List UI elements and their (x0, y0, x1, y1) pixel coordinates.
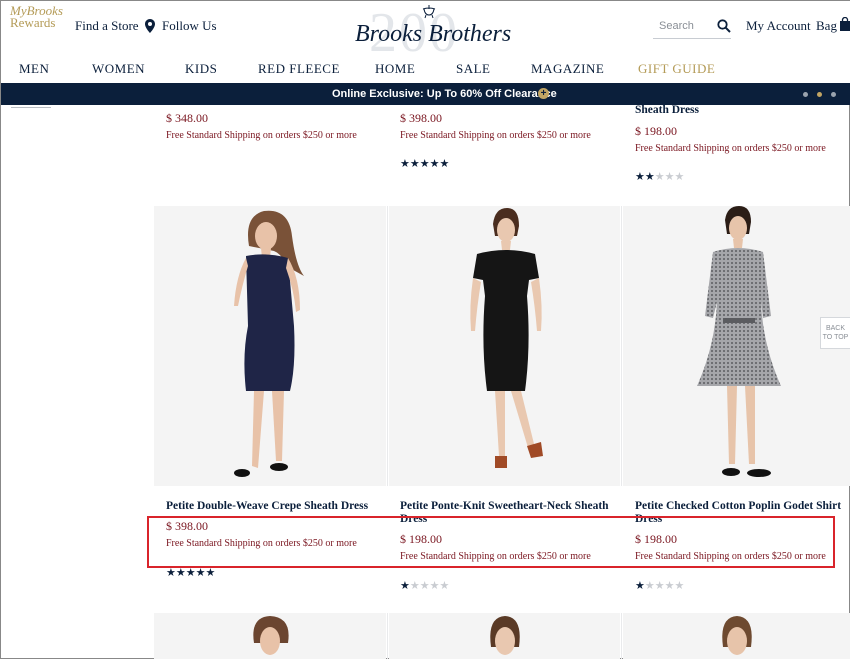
find-a-store-label: Find a Store (75, 18, 139, 33)
carousel-dot-2[interactable] (817, 92, 822, 97)
star-icon: ★ (439, 579, 450, 592)
star-icon: ★ (439, 157, 450, 170)
star-icon: ★ (664, 170, 675, 183)
annotation-highlight-box (147, 516, 835, 568)
product-name[interactable]: Petite Checked Cotton Poplin Godet Shirt (635, 500, 841, 512)
star-icon: ★ (644, 579, 655, 592)
product-image-crepe-sheath[interactable] (154, 206, 386, 486)
star-icon: ★ (419, 579, 430, 592)
rating-stars: ★★★★★ (166, 567, 215, 578)
product-image-ponte-knit[interactable] (389, 206, 620, 486)
nav-gift-guide[interactable]: GIFT GUIDE (638, 61, 715, 77)
star-icon: ★ (409, 579, 420, 592)
product-price: $ 398.00 (400, 111, 442, 125)
rating-stars: ★★★★★ (635, 171, 684, 182)
shipping-note: Free Standard Shipping on orders $250 or… (635, 143, 826, 154)
promo-plus-icon[interactable]: + (538, 88, 549, 99)
rating-stars: ★★★★★ (400, 158, 449, 169)
model-photo (490, 616, 520, 655)
model-photo (470, 208, 543, 468)
logo-wordmark: Brooks Brothers (355, 21, 512, 47)
back-to-top-line2: TO TOP (822, 334, 849, 341)
star-icon: ★ (674, 579, 685, 592)
star-icon: ★ (654, 579, 665, 592)
sidebar-fragment (11, 102, 51, 108)
follow-us-link[interactable]: Follow Us (162, 18, 217, 34)
product-image-bottom-1[interactable] (154, 613, 386, 659)
product-price: $ 348.00 (166, 111, 208, 125)
rewards-label: Rewards (10, 15, 56, 30)
my-brooks-rewards-link[interactable]: MyBrooks Rewards (10, 4, 63, 30)
nav-red-fleece[interactable]: RED FLEECE (258, 61, 340, 77)
product-image-checked-poplin[interactable] (623, 206, 850, 486)
site-header: MyBrooks Rewards Find a Store Follow Us … (1, 1, 850, 83)
model-photo (234, 210, 304, 477)
model-photo (722, 616, 752, 655)
product-name[interactable]: Petite Double-Weave Crepe Sheath Dress (166, 500, 368, 512)
star-icon: ★ (409, 157, 420, 170)
location-pin-icon (144, 19, 155, 33)
rating-stars: ★★★★★ (635, 580, 684, 591)
grid-divider (621, 206, 622, 486)
grid-divider (621, 613, 622, 659)
star-icon: ★ (419, 157, 430, 170)
nav-magazine[interactable]: MAGAZINE (531, 61, 604, 77)
nav-women[interactable]: WOMEN (92, 61, 145, 77)
star-icon: ★ (635, 170, 645, 183)
star-icon: ★ (429, 157, 440, 170)
carousel-dot-3[interactable] (831, 92, 836, 97)
nav-men[interactable]: MEN (19, 61, 49, 77)
nav-kids[interactable]: KIDS (185, 61, 217, 77)
star-icon: ★ (664, 579, 675, 592)
product-name[interactable]: Sheath Dress (635, 104, 699, 116)
carousel-dot-1[interactable] (803, 92, 808, 97)
product-price: $ 198.00 (635, 124, 677, 138)
nav-home[interactable]: HOME (375, 61, 415, 77)
grid-divider (387, 206, 388, 486)
back-to-top-line1: BACK (825, 325, 846, 332)
search-icon[interactable] (717, 19, 731, 33)
rating-stars: ★★★★★ (400, 580, 449, 591)
my-account-link[interactable]: My Account (746, 18, 811, 34)
main-nav: MEN WOMEN KIDS RED FLEECE HOME SALE MAGA… (1, 59, 850, 81)
find-a-store-link[interactable]: Find a Store (75, 18, 155, 34)
star-icon: ★ (429, 579, 440, 592)
product-image-bottom-3[interactable] (623, 613, 850, 659)
model-photo (253, 616, 289, 655)
promo-text: Online Exclusive: Up To 60% Off Clearanc… (332, 88, 557, 100)
grid-divider (387, 613, 388, 659)
model-photo (697, 206, 781, 477)
product-name[interactable]: Petite Ponte-Knit Sweetheart-Neck Sheath (400, 500, 609, 512)
shipping-note: Free Standard Shipping on orders $250 or… (400, 130, 591, 141)
star-icon: ★ (400, 157, 410, 170)
product-image-bottom-2[interactable] (389, 613, 620, 659)
shipping-note: Free Standard Shipping on orders $250 or… (166, 130, 357, 141)
promo-banner[interactable]: Online Exclusive: Up To 60% Off Clearanc… (1, 83, 850, 105)
bag-link[interactable]: Bag (816, 18, 837, 34)
star-icon: ★ (654, 170, 665, 183)
shopping-bag-icon[interactable] (839, 17, 850, 31)
star-icon: ★ (674, 170, 685, 183)
nav-sale[interactable]: SALE (456, 61, 491, 77)
star-icon: ★ (635, 579, 645, 592)
golden-fleece-icon (422, 5, 436, 19)
brooks-brothers-logo[interactable]: 200 Brooks Brothers (351, 2, 512, 64)
star-icon: ★ (400, 579, 410, 592)
star-icon: ★ (644, 170, 655, 183)
back-to-top-button[interactable]: BACK TO TOP (820, 317, 850, 349)
